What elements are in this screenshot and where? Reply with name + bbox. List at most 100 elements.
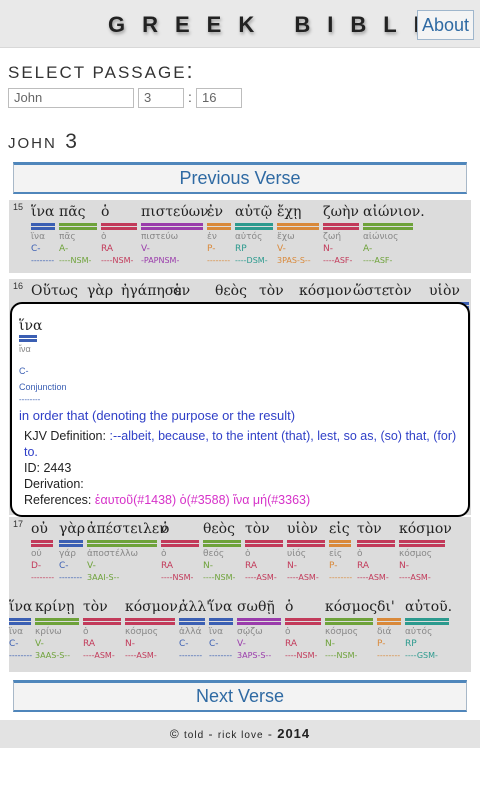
word-color-bar bbox=[125, 618, 175, 625]
word-color-bar bbox=[235, 223, 273, 230]
greek-word-text: ἀλλ' bbox=[179, 599, 211, 615]
reference-link[interactable]: ἑαυτοῦ(#1438) bbox=[95, 493, 176, 507]
word-pos-code: P- bbox=[377, 639, 386, 649]
footer-year: 2014 bbox=[277, 726, 311, 741]
greek-word[interactable]: τὸν ὁ RA ----ASM- bbox=[83, 599, 121, 660]
footer-credits: © told - rick love - 2014 bbox=[0, 720, 480, 748]
verse-number: 17 bbox=[13, 519, 24, 529]
word-parse-code: ----NSM- bbox=[59, 256, 92, 265]
greek-word-text: σωθῇ bbox=[237, 599, 275, 615]
greek-word[interactable]: ὁ ὁ RA ----NSM- bbox=[161, 521, 199, 582]
word-lemma: ὁ bbox=[83, 627, 89, 637]
footer-author: rick love bbox=[217, 730, 264, 741]
next-verse-button[interactable]: Next Verse bbox=[13, 680, 467, 712]
word-pos-code: A- bbox=[59, 244, 69, 254]
word-pos-code: RP bbox=[405, 639, 417, 649]
word-lemma: ὁ bbox=[101, 232, 107, 242]
word-parse-code: ----ASF- bbox=[363, 256, 393, 265]
popup-id-value: 2443 bbox=[43, 461, 72, 475]
greek-word[interactable]: πᾶς πᾶς A- ----NSM- bbox=[59, 204, 97, 265]
greek-word-text: ἵνα bbox=[9, 599, 33, 615]
verse-input[interactable]: 16 bbox=[196, 88, 242, 108]
greek-word[interactable]: αὐτοῦ. αὐτός RP ----GSM- bbox=[405, 599, 452, 660]
greek-word[interactable]: δι' διά P- -------- bbox=[377, 599, 401, 660]
greek-word-text: Οὕτως bbox=[31, 283, 78, 299]
greek-word[interactable]: ἀλλ' ἀλλά C- -------- bbox=[179, 599, 210, 660]
word-parse-code: -------- bbox=[329, 573, 353, 582]
greek-word[interactable]: ἔχῃ ἔχω V- 3PAS-S-- bbox=[277, 204, 319, 265]
word-lemma: αὐτός bbox=[235, 232, 263, 242]
word-lemma: ὁ bbox=[285, 627, 291, 637]
greek-word[interactable]: θεὸς θεός N- ----NSM- bbox=[203, 521, 241, 582]
greek-word-text: κόσμον bbox=[299, 283, 352, 299]
greek-word-text: ἵνα bbox=[31, 204, 55, 220]
greek-word-text: κόσμον bbox=[399, 521, 452, 537]
greek-word[interactable]: εἰς εἰς P- -------- bbox=[329, 521, 352, 582]
greek-word[interactable]: ἐν ἐν P- -------- bbox=[207, 204, 231, 265]
chapter-book-name: JOHN bbox=[8, 135, 57, 152]
word-lemma: αὐτός bbox=[405, 627, 433, 637]
word-lemma: ὁ bbox=[161, 549, 167, 559]
word-lemma: ἐν bbox=[207, 232, 217, 242]
greek-word[interactable]: υἱὸν υἱός N- ----ASM- bbox=[287, 521, 325, 582]
word-lemma: ἵνα bbox=[209, 627, 224, 637]
app-header: GREEK BIBLE About bbox=[0, 0, 480, 48]
word-parse-code: -------- bbox=[59, 573, 83, 582]
word-lemma: οὐ bbox=[31, 549, 42, 559]
greek-word[interactable]: κρίνῃ κρίνω V- 3AAS-S-- bbox=[35, 599, 79, 660]
word-pos-code: RA bbox=[83, 639, 96, 649]
word-detail-popup[interactable]: ἵνα ἵνα C- Conjunction -------- in order… bbox=[10, 302, 470, 517]
greek-word[interactable]: τὸν ὁ RA ----ASM- bbox=[245, 521, 283, 582]
word-color-bar bbox=[329, 540, 351, 547]
popup-kjv-line: KJV Definition: :--albeit, because, to t… bbox=[24, 428, 462, 460]
word-lemma: ζωή bbox=[323, 232, 342, 242]
greek-word[interactable]: ὁ ὁ RA ----NSM- bbox=[285, 599, 321, 660]
greek-word[interactable]: κόσμον, κόσμος N- ----ASM- bbox=[125, 599, 182, 660]
word-parse-code: ----ASF- bbox=[323, 256, 353, 265]
greek-word[interactable]: οὐ οὐ D- -------- bbox=[31, 521, 54, 582]
greek-word[interactable]: ἵνα ἵνα C- -------- bbox=[9, 599, 32, 660]
greek-word[interactable]: ἵνα ἵνα C- -------- bbox=[31, 204, 55, 265]
word-pos-code: P- bbox=[329, 561, 338, 571]
chapter-input[interactable]: 3 bbox=[138, 88, 184, 108]
word-lemma: εἰς bbox=[329, 549, 343, 559]
greek-word[interactable]: ἵνα ἵνα C- -------- bbox=[209, 599, 233, 660]
greek-word[interactable]: αὐτῷ αὐτός RP ----DSM- bbox=[235, 204, 273, 265]
greek-word[interactable]: ζωὴν ζωή N- ----ASF- bbox=[323, 204, 359, 265]
book-input[interactable]: John bbox=[8, 88, 134, 108]
reference-link[interactable]: ἵνα μή(#3363) bbox=[233, 493, 310, 507]
previous-verse-button[interactable]: Previous Verse bbox=[13, 162, 467, 194]
greek-word[interactable]: κόσμον κόσμος N- ----ASM- bbox=[399, 521, 452, 582]
word-pos-code: RA bbox=[161, 561, 174, 571]
greek-word[interactable]: αἰώνιον. αἰώνιος A- ----ASF- bbox=[363, 204, 425, 265]
greek-word-text: εἰς bbox=[329, 521, 350, 537]
about-button[interactable]: About bbox=[416, 10, 474, 40]
greek-word[interactable]: τὸν ὁ RA ----ASM- bbox=[357, 521, 395, 582]
footer-separator: - bbox=[267, 727, 273, 741]
greek-word-text: τὸν bbox=[357, 521, 382, 537]
word-parse-code: ----NSM- bbox=[203, 573, 236, 582]
greek-word[interactable]: πιστεύων πιστεύω V- -PAPNSM- bbox=[141, 204, 209, 265]
word-pos-code: C- bbox=[59, 561, 69, 571]
reference-link[interactable]: ὁ(#3588) bbox=[180, 493, 230, 507]
greek-word-text: αὐτῷ bbox=[235, 204, 273, 220]
popup-pos-code: C- bbox=[19, 366, 29, 376]
greek-word[interactable]: κόσμος κόσμος N- ----NSM- bbox=[325, 599, 377, 660]
popup-id-line: ID: 2443 bbox=[24, 460, 462, 476]
word-color-bar bbox=[399, 540, 445, 547]
verse-15: 15 ἵνα ἵνα C- -------- πᾶς πᾶς A- ----NSM-ὁ ὁ RA --… bbox=[9, 200, 471, 273]
word-pos-code: N- bbox=[203, 561, 213, 571]
word-pos-code: V- bbox=[237, 639, 246, 649]
greek-word-text: ὁ bbox=[101, 204, 110, 220]
greek-word-text: οὐ bbox=[31, 521, 48, 537]
word-parse-code: ----GSM- bbox=[405, 651, 438, 660]
greek-word-text: θεὸς bbox=[203, 521, 235, 537]
greek-word[interactable]: ἀπέστειλεν ἀποστέλλω V- 3AAI-S-- bbox=[87, 521, 168, 582]
word-parse-code: ----ASM- bbox=[83, 651, 115, 660]
greek-word[interactable]: ὁ ὁ RA ----NSM- bbox=[101, 204, 137, 265]
greek-word[interactable]: γὰρ γάρ C- -------- bbox=[59, 521, 85, 582]
word-lemma: ἵνα bbox=[9, 627, 24, 637]
greek-word-text: αἰώνιον. bbox=[363, 204, 425, 220]
greek-word[interactable]: σωθῇ σῴζω V- 3APS-S-- bbox=[237, 599, 281, 660]
popup-parse: -------- bbox=[19, 395, 41, 404]
